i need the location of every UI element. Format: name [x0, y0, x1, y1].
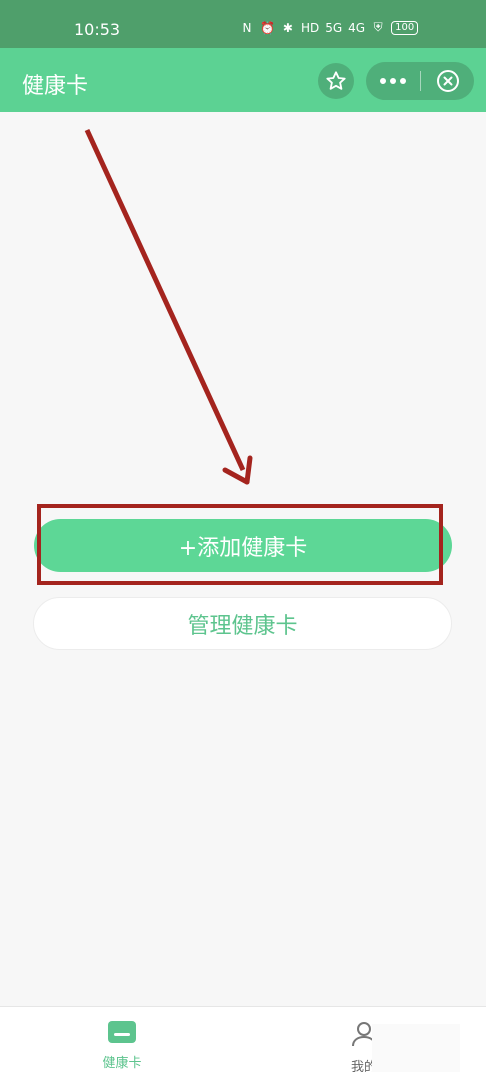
annotation-highlight-box [37, 504, 443, 585]
tab-health-card[interactable]: 健康卡 [95, 1020, 149, 1071]
manage-health-card-button[interactable]: 管理健康卡 [33, 597, 452, 650]
card-icon [108, 1021, 136, 1043]
watermark-patch [372, 1024, 460, 1072]
tab-health-card-label: 健康卡 [102, 1056, 142, 1071]
